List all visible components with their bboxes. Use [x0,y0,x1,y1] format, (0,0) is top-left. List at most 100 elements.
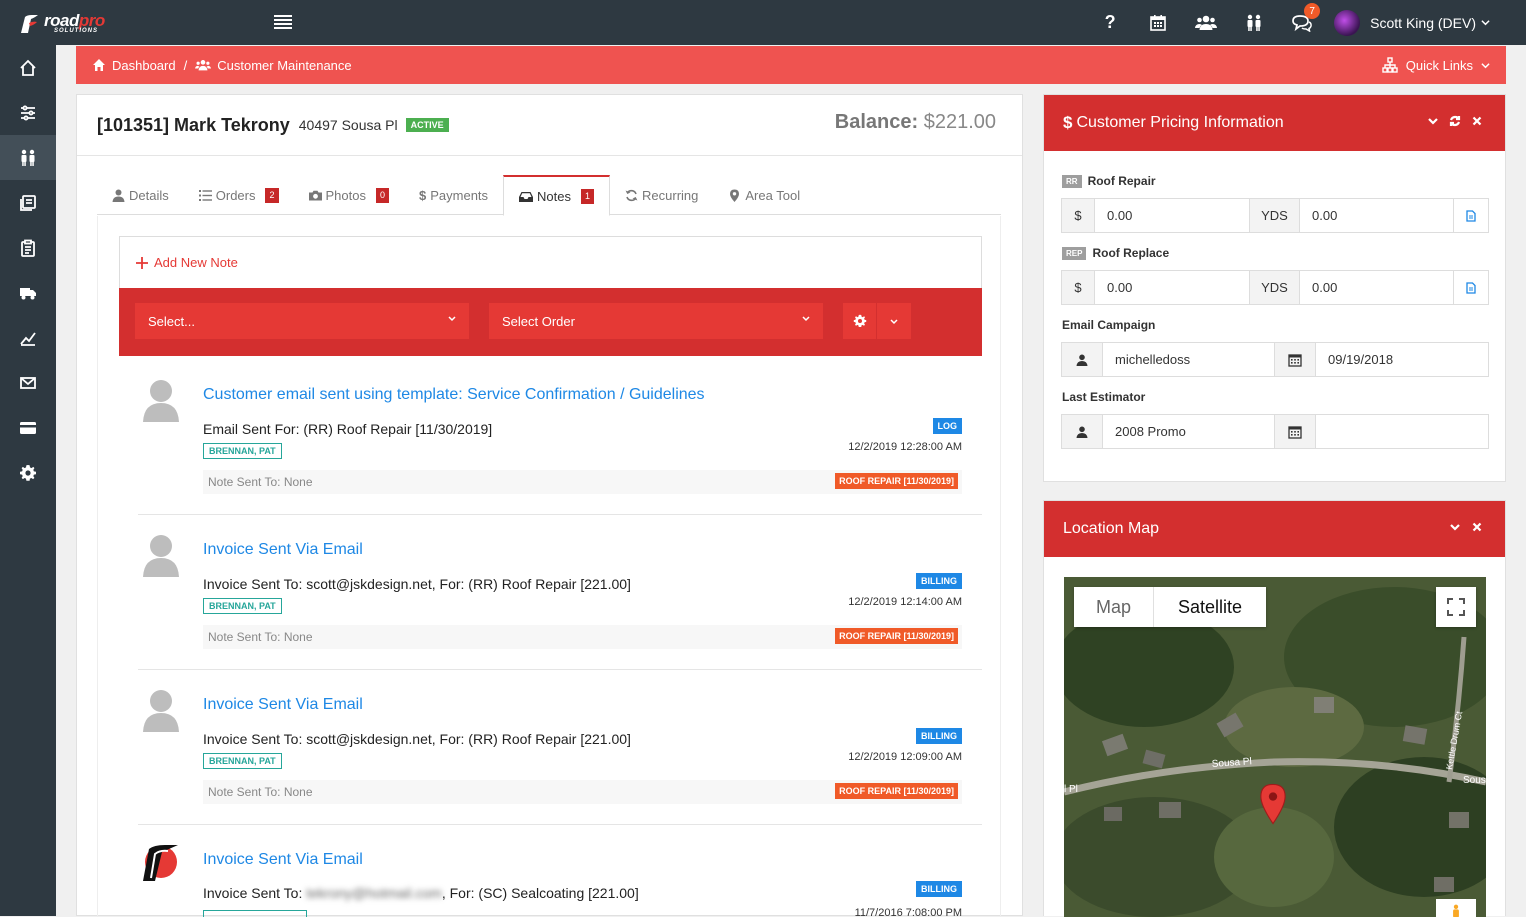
street-view-button[interactable] [1436,899,1476,917]
breadcrumb: Dashboard / Customer Maintenance Quick L… [76,46,1506,84]
last-estimator-date-input[interactable] [1316,415,1488,448]
note-type-select[interactable]: Select... [135,303,469,339]
home-icon [20,59,36,76]
close-icon[interactable] [1471,521,1483,533]
customers-icon [21,149,35,166]
status-badge: ACTIVE [405,118,449,132]
order-select[interactable]: Select Order [489,303,823,339]
sliders-icon [21,105,35,120]
notes-settings-dropdown[interactable] [877,303,911,339]
logo-icon [21,15,38,33]
note-title[interactable]: Invoice Sent Via Email [203,696,363,714]
dollar-icon: $ [1063,113,1073,132]
collapse-chevron-icon[interactable] [1427,115,1439,127]
email-campaign-date-input[interactable]: 09/19/2018 [1316,343,1488,376]
email-campaign-inputs: michelledoss 09/19/2018 [1061,342,1489,377]
user-addon [1062,415,1103,448]
sidebar-item-settings[interactable] [0,450,56,495]
breadcrumb-dashboard[interactable]: Dashboard [92,58,176,73]
tab-area-tool[interactable]: Area Tool [713,175,815,215]
tab-recurring[interactable]: Recurring [610,175,713,215]
email-campaign-user-input[interactable]: michelledoss [1103,343,1275,376]
tab-photos[interactable]: Photos 0 [294,175,405,215]
menu-toggle-icon[interactable] [274,15,292,29]
list-item: Invoice Sent Via Email Invoice Sent To: … [138,686,962,816]
quantity-input[interactable]: 0.00 [1300,271,1454,304]
price-doc-button[interactable] [1454,199,1488,232]
note-title[interactable]: Invoice Sent Via Email [203,541,363,559]
sidebar-item-reports[interactable] [0,315,56,360]
quick-links-menu[interactable]: Quick Links [1382,57,1490,73]
customers-button[interactable] [1230,0,1278,45]
note-title[interactable]: Customer email sent using template: Serv… [203,386,705,404]
tab-payments[interactable]: $ Payments [404,175,503,215]
satellite-map[interactable]: Sousa Pl Kettle Drum Ct Sous l Pl Map Sa… [1064,577,1486,917]
breadcrumb-current[interactable]: Customer Maintenance [195,58,352,73]
document-icon [1466,281,1476,294]
team-button[interactable] [1182,0,1230,45]
notes-panel: Add New Note Select... Select Order Cust… [97,216,1001,917]
price-row-label: REP Roof Replace [1062,246,1169,260]
clipboard-icon [21,239,35,257]
last-estimator-input[interactable]: 2008 Promo [1103,415,1275,448]
tab-notes[interactable]: Notes 1 [503,175,611,216]
street-label-pl: l Pl [1064,784,1078,795]
quantity-input[interactable]: 0.00 [1300,199,1454,232]
sidebar-item-email[interactable] [0,360,56,405]
calendar-addon[interactable] [1275,343,1316,376]
roadpro-logo[interactable]: roadpro SOLUTIONS [18,11,128,37]
credit-card-icon [20,421,36,434]
messages-button[interactable]: 7 [1278,0,1326,45]
pricing-panel-header: $ Customer Pricing Information [1044,95,1505,151]
sidebar-item-billing[interactable] [0,405,56,450]
user-addon [1062,343,1103,376]
line-chart-icon [20,331,36,346]
calendar-button[interactable] [1134,0,1182,45]
sidebar-item-settings-sliders[interactable] [0,90,56,135]
help-button[interactable]: ? [1086,0,1134,45]
tab-orders[interactable]: Orders 2 [184,175,294,215]
price-input[interactable]: 0.00 [1095,271,1250,304]
map-type-satellite-button[interactable]: Satellite [1154,587,1266,627]
calendar-addon[interactable] [1275,415,1316,448]
customer-name: [101351] Mark Tekrony [97,114,290,135]
price-doc-button[interactable] [1454,271,1488,304]
plus-icon [136,256,148,269]
sitemap-icon [1382,57,1398,73]
location-map-panel: Location Map Sousa Pl Kettle Drum Ct Sou… [1043,500,1506,917]
sidebar-item-customers[interactable] [0,135,56,180]
map-type-toggle: Map Satellite [1074,587,1266,627]
note-sent-to: Note Sent To: None ROOF REPAIR [11/30/20… [203,470,962,494]
service-code-tag: RR [1062,174,1082,188]
default-avatar-icon [143,535,179,577]
note-order-badge[interactable]: ROOF REPAIR [11/30/2019] [835,783,958,799]
help-icon: ? [1104,12,1116,32]
price-input[interactable]: 0.00 [1095,199,1250,232]
note-type-badge: LOG [932,418,962,434]
note-title[interactable]: Invoice Sent Via Email [203,851,363,869]
tab-details[interactable]: Details [97,175,184,215]
breadcrumb-separator: / [183,57,188,73]
note-order-badge[interactable]: ROOF REPAIR [11/30/2019] [835,473,958,489]
user-avatar [1334,9,1361,36]
sidebar-item-documents[interactable] [0,180,56,225]
notes-settings-button[interactable] [843,303,877,339]
document-icon [1466,209,1476,222]
map-type-map-button[interactable]: Map [1074,587,1154,627]
add-note-button[interactable]: Add New Note [119,236,982,288]
user-menu[interactable]: Scott King (DEV) [1326,0,1526,45]
default-avatar-icon [143,690,179,732]
default-avatar-icon [143,380,179,422]
sidebar-item-trucks[interactable] [0,270,56,315]
refresh-icon[interactable] [1449,115,1461,127]
close-icon[interactable] [1471,115,1483,127]
note-divider [138,669,982,670]
chevron-down-icon [1481,62,1490,68]
note-order-badge[interactable]: ROOF REPAIR [11/30/2019] [835,628,958,644]
fullscreen-button[interactable] [1436,587,1476,627]
sidebar-item-home[interactable] [0,45,56,90]
price-row-label: RR Roof Repair [1062,174,1156,188]
map-pin-icon[interactable] [1259,782,1287,826]
sidebar-item-clipboard[interactable] [0,225,56,270]
collapse-chevron-icon[interactable] [1449,521,1461,533]
